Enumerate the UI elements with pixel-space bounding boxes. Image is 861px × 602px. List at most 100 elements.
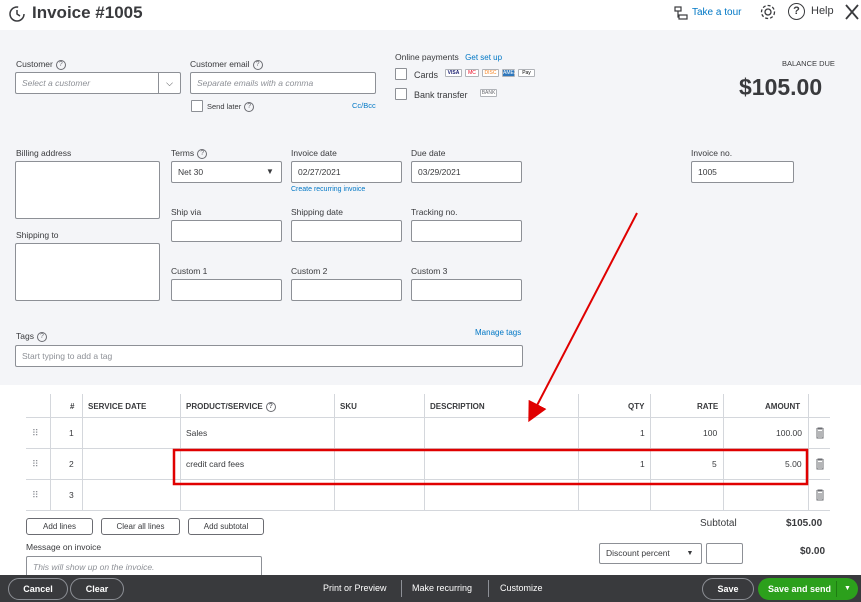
footer-divider: [488, 580, 489, 597]
custom-1-label: Custom 1: [171, 266, 208, 276]
clear-button[interactable]: Clear: [70, 578, 124, 600]
table-col-divider: [424, 394, 425, 510]
tour-icon[interactable]: [673, 5, 689, 21]
table-col-divider: [82, 394, 83, 510]
split-divider: [836, 581, 837, 597]
invoice-no-input[interactable]: 1005: [691, 161, 794, 183]
clear-all-lines-button[interactable]: Clear all lines: [101, 518, 180, 535]
caret-down-icon: ▼: [266, 167, 274, 176]
table-col-divider: [180, 394, 181, 510]
customer-select[interactable]: Select a customer ⌵: [15, 72, 181, 94]
custom-2-input[interactable]: [291, 279, 402, 301]
table-row-product[interactable]: credit card fees: [186, 459, 244, 469]
table-row-qty[interactable]: 1: [640, 459, 645, 469]
trash-icon[interactable]: [815, 458, 825, 470]
save-and-send-label: Save and send: [768, 584, 832, 594]
help-icon[interactable]: ?: [197, 148, 208, 159]
custom-3-input[interactable]: [411, 279, 522, 301]
shipping-address-input[interactable]: [15, 243, 160, 301]
custom-1-input[interactable]: [171, 279, 282, 301]
customer-email-input[interactable]: Separate emails with a comma: [190, 72, 376, 94]
help-icon[interactable]: ?: [252, 59, 263, 70]
subtotal-label: Subtotal: [700, 518, 737, 529]
print-preview-link[interactable]: Print or Preview: [323, 575, 387, 602]
column-header-description: DESCRIPTION: [430, 402, 485, 411]
send-later-checkbox[interactable]: [191, 100, 203, 112]
take-tour-link[interactable]: Take a tour: [692, 7, 741, 18]
table-row-amount[interactable]: 100.00: [776, 428, 802, 438]
custom-3-label: Custom 3: [411, 266, 448, 276]
caret-down-icon[interactable]: ▼: [844, 578, 851, 600]
balance-due-amount: $105.00: [739, 74, 823, 100]
make-recurring-link[interactable]: Make recurring: [412, 575, 472, 602]
ship-via-input[interactable]: [171, 220, 282, 242]
table-row-rate[interactable]: 5: [712, 459, 717, 469]
customer-email-label: Customer email?: [190, 59, 263, 70]
column-header-product: PRODUCT/SERVICE?: [186, 402, 276, 412]
drag-handle-icon[interactable]: ⠿: [32, 428, 39, 439]
help-icon[interactable]: ?: [244, 102, 255, 113]
manage-tags-link[interactable]: Manage tags: [475, 328, 521, 337]
terms-select[interactable]: Net 30 ▼: [171, 161, 282, 183]
cards-checkbox[interactable]: [395, 68, 407, 80]
shipping-date-input[interactable]: [291, 220, 402, 242]
table-divider: [26, 417, 830, 418]
invoice-date-input[interactable]: 02/27/2021: [291, 161, 402, 183]
billing-address-label: Billing address: [16, 148, 72, 158]
column-header-rate: RATE: [697, 402, 719, 411]
drag-handle-icon[interactable]: ⠿: [32, 459, 39, 470]
billing-address-input[interactable]: [15, 161, 160, 219]
table-row-amount[interactable]: 5.00: [785, 459, 802, 469]
help-icon[interactable]: ?: [788, 3, 805, 20]
drag-handle-icon[interactable]: ⠿: [32, 490, 39, 501]
caret-down-icon: ▼: [686, 550, 694, 557]
custom-2-label: Custom 2: [291, 266, 328, 276]
help-link[interactable]: Help: [811, 5, 834, 17]
trash-icon[interactable]: [815, 489, 825, 501]
column-header-amount: AMOUNT: [765, 402, 801, 411]
create-recurring-link[interactable]: Create recurring invoice: [291, 186, 365, 193]
help-icon[interactable]: ?: [36, 331, 47, 342]
table-row-qty[interactable]: 1: [640, 428, 645, 438]
add-subtotal-button[interactable]: Add subtotal: [188, 518, 264, 535]
gear-icon[interactable]: [759, 3, 777, 21]
due-date-label: Due date: [411, 148, 446, 158]
chevron-down-icon: ⌵: [158, 73, 180, 93]
close-icon[interactable]: [844, 3, 860, 21]
tags-label: Tags?: [16, 331, 47, 342]
table-col-divider: [334, 394, 335, 510]
amex-logo-icon: AMEX: [502, 69, 518, 77]
customize-link[interactable]: Customize: [500, 575, 543, 602]
tracking-no-label: Tracking no.: [411, 207, 458, 217]
save-button[interactable]: Save: [702, 578, 754, 600]
tags-input[interactable]: Start typing to add a tag: [15, 345, 523, 367]
table-row-product[interactable]: Sales: [186, 428, 207, 438]
discount-input[interactable]: [706, 543, 743, 564]
help-icon[interactable]: ?: [265, 402, 276, 412]
visa-logo-icon: VISA: [445, 69, 462, 77]
cancel-button[interactable]: Cancel: [8, 578, 68, 600]
add-lines-button[interactable]: Add lines: [26, 518, 93, 535]
table-col-divider: [50, 394, 51, 510]
trash-icon[interactable]: [815, 427, 825, 439]
save-and-send-button[interactable]: Save and send ▼: [758, 578, 858, 600]
cards-label: Cards: [414, 70, 439, 80]
get-set-up-link[interactable]: Get set up: [465, 53, 502, 62]
discount-type-select[interactable]: Discount percent ▼: [599, 543, 702, 564]
history-icon[interactable]: [8, 5, 26, 23]
table-row-rate[interactable]: 100: [703, 428, 717, 438]
help-icon[interactable]: ?: [55, 59, 66, 70]
column-header-qty: QTY: [628, 402, 645, 411]
due-date-input[interactable]: 03/29/2021: [411, 161, 522, 183]
table-col-divider: [723, 394, 724, 510]
cc-bcc-link[interactable]: Cc/Bcc: [352, 101, 376, 110]
discover-logo-icon: DISC: [482, 69, 499, 77]
invoice-header: Invoice #1005 Take a tour ? Help: [0, 0, 861, 30]
terms-label: Terms?: [171, 148, 208, 159]
tracking-no-input[interactable]: [411, 220, 522, 242]
footer-divider: [401, 580, 402, 597]
bank-logo-icon: BANK: [480, 89, 497, 97]
table-col-divider: [578, 394, 579, 510]
bank-transfer-checkbox[interactable]: [395, 88, 407, 100]
table-row-number: 2: [69, 459, 74, 469]
